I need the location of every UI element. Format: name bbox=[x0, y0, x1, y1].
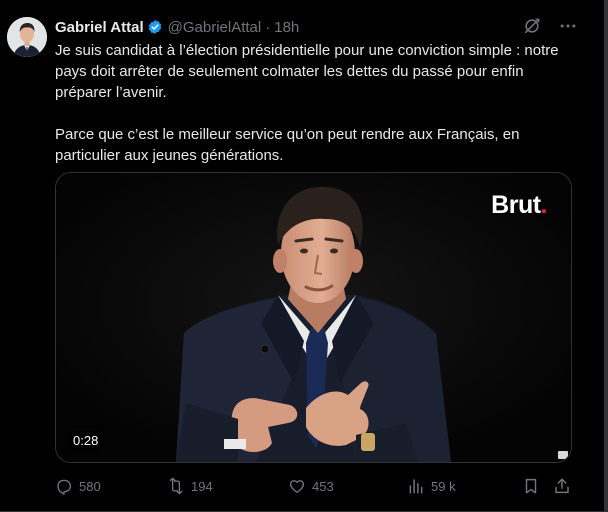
column-divider bbox=[604, 0, 608, 512]
header-actions bbox=[522, 16, 578, 36]
like-icon bbox=[289, 480, 305, 494]
tweet-header: Gabriel Attal @GabrielAttal · 18h bbox=[55, 17, 299, 37]
author-handle[interactable]: @GabrielAttal bbox=[168, 19, 262, 36]
like-button[interactable]: 453 bbox=[288, 474, 334, 498]
bookmark-button[interactable] bbox=[522, 474, 546, 498]
more-icon[interactable] bbox=[558, 16, 578, 36]
tweet-actions: 580 194 453 59 k bbox=[55, 474, 575, 498]
repost-count: 194 bbox=[191, 478, 213, 494]
brut-logo: Brut. bbox=[491, 191, 547, 220]
tweet-text: Je suis candidat à l’élection présidenti… bbox=[55, 40, 575, 166]
views-button[interactable]: 59 k bbox=[407, 474, 456, 498]
reply-count: 580 bbox=[79, 478, 101, 494]
brand-dot: . bbox=[540, 191, 548, 219]
avatar[interactable] bbox=[7, 17, 47, 57]
reply-button[interactable]: 580 bbox=[55, 474, 101, 498]
avatar-image bbox=[7, 17, 47, 57]
share-button[interactable] bbox=[553, 474, 577, 498]
grok-icon[interactable] bbox=[522, 16, 542, 36]
verified-badge-icon[interactable] bbox=[147, 19, 163, 35]
repost-button[interactable]: 194 bbox=[167, 474, 213, 498]
separator-dot: · bbox=[265, 18, 271, 36]
video-duration-badge: 0:28 bbox=[68, 431, 104, 450]
watermark-icon bbox=[558, 451, 568, 459]
share-icon bbox=[555, 478, 569, 494]
views-icon bbox=[409, 479, 423, 494]
like-count: 453 bbox=[312, 478, 334, 494]
views-count: 59 k bbox=[431, 478, 456, 494]
tweet-paragraph-2: Parce que c’est le meilleur service qu’o… bbox=[55, 126, 520, 164]
timestamp[interactable]: 18h bbox=[274, 19, 299, 36]
tweet-paragraph-1: Je suis candidat à l’élection présidenti… bbox=[55, 42, 559, 101]
author-name[interactable]: Gabriel Attal bbox=[55, 19, 144, 36]
bookmark-icon bbox=[525, 478, 537, 494]
brand-text: Brut bbox=[491, 191, 541, 219]
reply-icon bbox=[57, 479, 72, 495]
video-player[interactable]: Brut. 0:28 bbox=[55, 172, 572, 463]
repost-icon bbox=[169, 477, 183, 495]
